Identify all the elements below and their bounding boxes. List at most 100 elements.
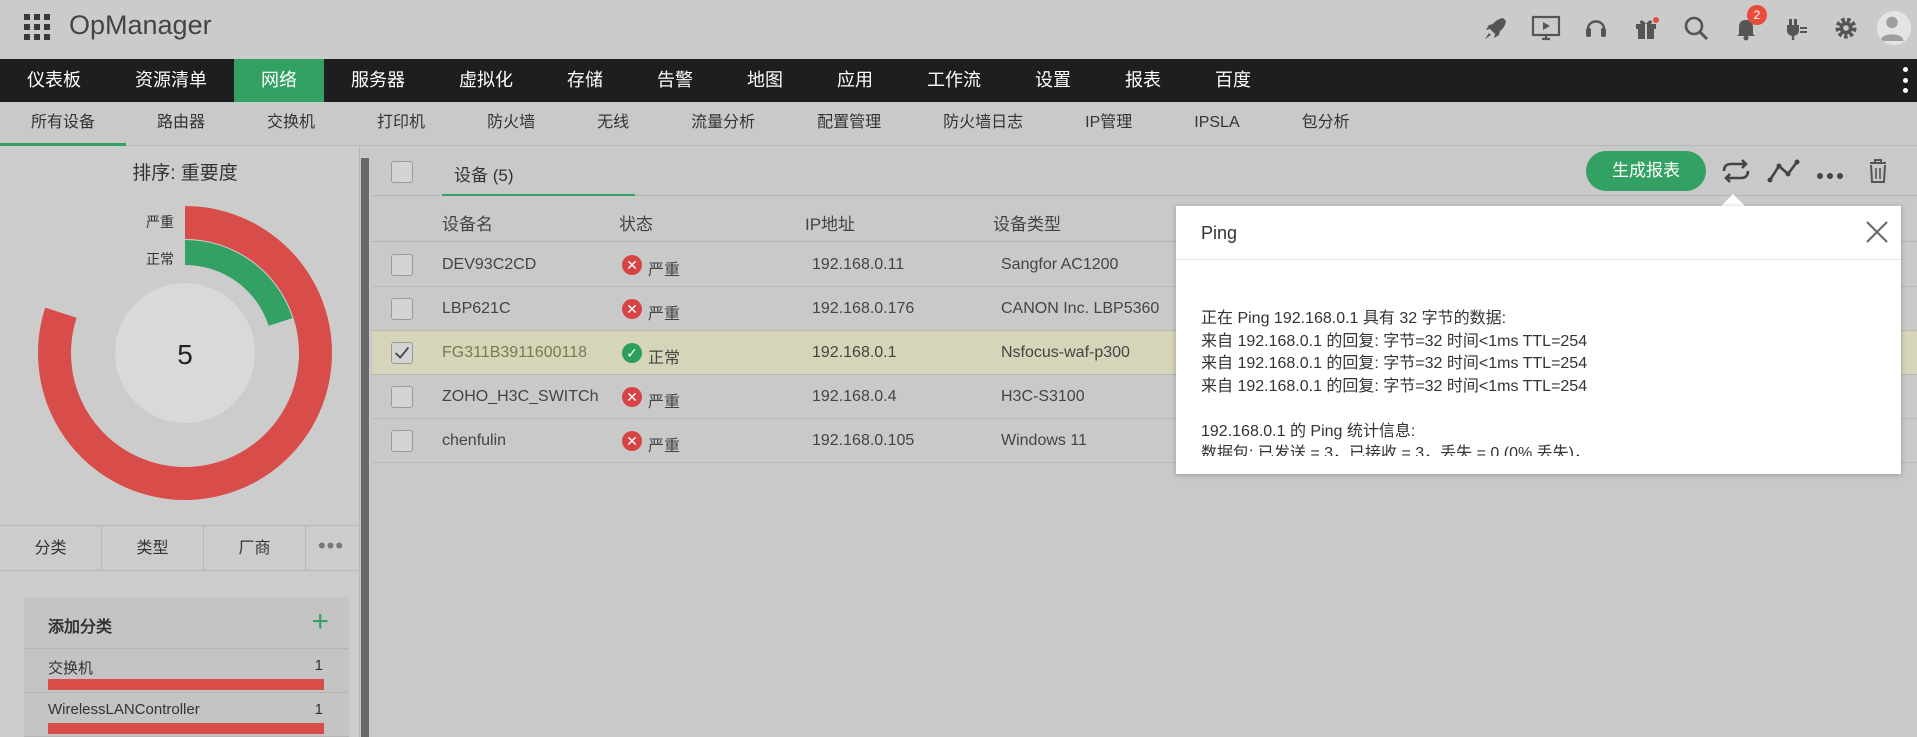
device-type: Windows 11 (1001, 432, 1087, 449)
more-icon[interactable] (1812, 154, 1848, 188)
plug-icon[interactable] (1771, 3, 1821, 53)
column-header-status[interactable]: 状态 (619, 210, 653, 235)
main-nav-item[interactable]: 网络 (234, 59, 324, 102)
more-menu-icon[interactable] (1903, 67, 1909, 93)
trash-icon[interactable] (1860, 154, 1896, 188)
row-checkbox[interactable] (391, 342, 413, 364)
sub-nav-item[interactable]: 防火墙 (456, 102, 566, 146)
apps-grid-icon[interactable] (24, 14, 50, 40)
main-nav-item[interactable]: 地图 (720, 59, 810, 102)
device-status: 严重 (648, 438, 681, 455)
column-header-ip[interactable]: IP地址 (805, 210, 855, 235)
device-name-link[interactable]: DEV93C2CD (442, 256, 536, 274)
bell-icon[interactable]: 2 (1721, 3, 1771, 53)
category-bar (48, 679, 324, 690)
app-title: OpManager (69, 10, 212, 40)
status-critical-icon: ✕ (622, 299, 642, 319)
device-status: 严重 (648, 394, 681, 411)
category-count: 1 (314, 701, 323, 718)
ping-output-line (1201, 398, 1881, 421)
status-ok-icon: ✓ (622, 343, 642, 363)
category-row[interactable]: WirelessLANController 1 (24, 693, 349, 737)
category-count: 1 (314, 657, 323, 674)
filter-tab-vendor[interactable]: 厂商 (204, 526, 306, 571)
left-panel: 排序: 重要度 5 严重 正常 分类 类型 厂商 ••• 添加分类 + 交换机 … (0, 146, 360, 737)
main-nav-item[interactable]: 报表 (1098, 59, 1188, 102)
row-checkbox[interactable] (391, 298, 413, 320)
category-name: WirelessLANController (48, 701, 200, 718)
tab-devices-label: 设备 (5) (454, 166, 514, 185)
status-critical-icon: ✕ (622, 431, 642, 451)
close-icon[interactable] (1863, 218, 1891, 246)
column-header-type[interactable]: 设备类型 (993, 210, 1061, 235)
search-icon[interactable] (1671, 3, 1721, 53)
user-avatar-icon[interactable] (1871, 3, 1917, 53)
main-nav-item[interactable]: 告警 (630, 59, 720, 102)
device-type: H3C-S3100 (1001, 388, 1085, 405)
main-nav-item[interactable]: 服务器 (324, 59, 432, 102)
sub-nav-item[interactable]: 打印机 (346, 102, 456, 146)
main-nav-item[interactable]: 工作流 (900, 59, 1008, 102)
row-checkbox[interactable] (391, 254, 413, 276)
device-status: 正常 (648, 350, 681, 367)
ping-title: Ping (1201, 223, 1238, 243)
ping-output-line: 192.168.0.1 的 Ping 统计信息: (1201, 422, 1416, 440)
legend-normal: 正常 (146, 251, 174, 267)
sub-nav-item[interactable]: 防火墙日志 (912, 102, 1054, 146)
filter-more-icon[interactable]: ••• (306, 526, 356, 570)
headset-icon[interactable] (1571, 3, 1621, 53)
swap-icon[interactable] (1718, 154, 1754, 188)
ping-output-line: 数据包: 已发送 = 3，已接收 = 3，丢失 = 0 (0% 丢失)， (1201, 445, 1590, 456)
main-nav-item[interactable]: 设置 (1008, 59, 1098, 102)
category-bar (48, 723, 324, 734)
main-nav-item[interactable]: 存储 (540, 59, 630, 102)
generate-report-button[interactable]: 生成报表 (1586, 151, 1706, 191)
sort-label[interactable]: 排序: 重要度 (0, 158, 370, 185)
sub-nav-item[interactable]: 无线 (566, 102, 660, 146)
tab-devices[interactable]: 设备 (5) (442, 146, 635, 196)
main-nav-item[interactable]: 百度 (1188, 59, 1278, 102)
monitor-play-icon[interactable] (1521, 3, 1571, 53)
sub-nav-item[interactable]: 流量分析 (660, 102, 786, 146)
left-panel-scrollbar[interactable] (361, 158, 369, 737)
graph-icon[interactable] (1766, 154, 1802, 188)
sub-nav-item[interactable]: IPSLA (1163, 102, 1270, 146)
sub-nav-item[interactable]: 包分析 (1271, 102, 1381, 146)
device-type: CANON Inc. LBP5360 (1001, 300, 1160, 317)
row-checkbox[interactable] (391, 386, 413, 408)
sub-nav-item[interactable]: 所有设备 (0, 102, 127, 146)
device-status: 严重 (648, 262, 681, 279)
status-critical-icon: ✕ (622, 255, 642, 275)
category-row[interactable]: 交换机 1 (24, 649, 349, 693)
device-name-link[interactable]: ZOHO_H3C_SWITCh (442, 388, 598, 406)
main-nav-item[interactable]: 虚拟化 (432, 59, 540, 102)
ping-output: 正在 Ping 192.168.0.1 具有 32 字节的数据: 来自 192.1… (1201, 308, 1881, 456)
filter-tab-type[interactable]: 类型 (102, 526, 204, 571)
rocket-icon[interactable] (1471, 3, 1521, 53)
gear-icon[interactable] (1821, 3, 1871, 53)
column-header-name[interactable]: 设备名 (442, 210, 493, 235)
add-category-icon[interactable]: + (311, 607, 329, 637)
device-name-link[interactable]: chenfulin (442, 432, 506, 450)
select-all-checkbox[interactable] (391, 161, 413, 183)
top-icon-bar: 2 (1471, 0, 1917, 56)
filter-tabs: 分类 类型 厂商 ••• (0, 525, 360, 571)
device-name-link[interactable]: LBP621C (442, 300, 511, 318)
category-box: 添加分类 + 交换机 1 WirelessLANController 1 (24, 597, 349, 737)
device-type: Nsfocus-waf-p300 (1001, 344, 1130, 361)
sub-nav-item[interactable]: 配置管理 (786, 102, 912, 146)
filter-tab-category[interactable]: 分类 (0, 526, 102, 571)
device-ip: 192.168.0.11 (812, 256, 905, 273)
device-name-link[interactable]: FG311B3911600118 (442, 344, 587, 362)
sub-nav-item[interactable]: 路由器 (126, 102, 236, 146)
severity-donut-chart[interactable]: 5 (36, 204, 334, 502)
main-nav-item[interactable]: 资源清单 (108, 59, 234, 102)
gift-icon[interactable] (1621, 3, 1671, 53)
row-checkbox[interactable] (391, 430, 413, 452)
sub-nav-item[interactable]: 交换机 (236, 102, 346, 146)
sub-nav-item[interactable]: IP管理 (1054, 102, 1163, 146)
category-name: 交换机 (48, 660, 94, 677)
main-nav-item[interactable]: 仪表板 (0, 59, 108, 102)
ping-output-line: 来自 192.168.0.1 的回复: 字节=32 时间<1ms TTL=254 (1201, 355, 1588, 372)
main-nav-item[interactable]: 应用 (810, 59, 900, 102)
